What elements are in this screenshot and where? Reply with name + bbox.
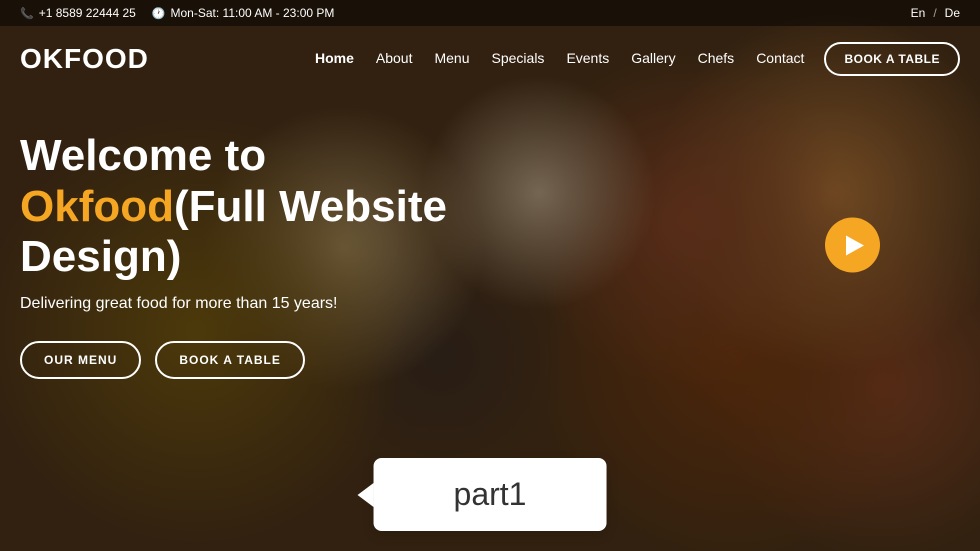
language-selector[interactable]: En / De bbox=[911, 6, 960, 20]
nav-link-gallery[interactable]: Gallery bbox=[631, 50, 675, 66]
top-bar: 📞 +1 8589 22444 25 🕐 Mon-Sat: 11:00 AM -… bbox=[0, 0, 980, 26]
nav-link-menu[interactable]: Menu bbox=[434, 50, 469, 66]
nav-item-about[interactable]: About bbox=[376, 50, 413, 68]
part-label-text: part1 bbox=[454, 476, 527, 512]
nav-item-specials[interactable]: Specials bbox=[492, 50, 545, 68]
hero-title-prefix: Welcome to bbox=[20, 131, 266, 180]
nav-item-menu[interactable]: Menu bbox=[434, 50, 469, 68]
nav-links: Home About Menu Specials Events Gallery … bbox=[315, 50, 804, 68]
lang-other[interactable]: De bbox=[945, 6, 960, 20]
play-icon bbox=[846, 235, 864, 255]
play-video-button[interactable] bbox=[825, 218, 880, 273]
lang-divider: / bbox=[933, 6, 936, 20]
navbar: OKFOOD Home About Menu Specials Events G… bbox=[0, 26, 980, 91]
nav-link-specials[interactable]: Specials bbox=[492, 50, 545, 66]
our-menu-button[interactable]: OUR MENU bbox=[20, 341, 141, 379]
phone-icon: 📞 bbox=[20, 7, 34, 20]
site-logo[interactable]: OKFOOD bbox=[20, 43, 149, 75]
hero-buttons: OUR MENU BOOK A TABLE bbox=[20, 341, 500, 379]
nav-link-events[interactable]: Events bbox=[566, 50, 609, 66]
lang-current[interactable]: En bbox=[911, 6, 926, 20]
hours-info: 🕐 Mon-Sat: 11:00 AM - 23:00 PM bbox=[152, 6, 335, 20]
phone-number: +1 8589 22444 25 bbox=[39, 6, 136, 20]
nav-item-contact[interactable]: Contact bbox=[756, 50, 804, 68]
nav-item-gallery[interactable]: Gallery bbox=[631, 50, 675, 68]
nav-item-home[interactable]: Home bbox=[315, 50, 354, 68]
hero-content: Welcome to Okfood(Full Website Design) D… bbox=[0, 91, 520, 379]
business-hours: Mon-Sat: 11:00 AM - 23:00 PM bbox=[171, 6, 335, 20]
nav-item-events[interactable]: Events bbox=[566, 50, 609, 68]
book-table-button[interactable]: BOOK A TABLE bbox=[155, 341, 305, 379]
nav-link-home[interactable]: Home bbox=[315, 50, 354, 66]
part-label: part1 bbox=[374, 458, 607, 531]
hero-title: Welcome to Okfood(Full Website Design) bbox=[20, 131, 500, 283]
nav-item-chefs[interactable]: Chefs bbox=[698, 50, 735, 68]
nav-link-about[interactable]: About bbox=[376, 50, 413, 66]
nav-link-contact[interactable]: Contact bbox=[756, 50, 804, 66]
hero-subtitle: Delivering great food for more than 15 y… bbox=[20, 295, 500, 313]
phone-info: 📞 +1 8589 22444 25 bbox=[20, 6, 136, 20]
clock-icon: 🕐 bbox=[152, 7, 166, 20]
hero-brand-name: Okfood bbox=[20, 182, 174, 231]
top-bar-left: 📞 +1 8589 22444 25 🕐 Mon-Sat: 11:00 AM -… bbox=[20, 6, 334, 20]
nav-link-chefs[interactable]: Chefs bbox=[698, 50, 735, 66]
navbar-book-button[interactable]: BOOK A TABLE bbox=[824, 42, 960, 76]
